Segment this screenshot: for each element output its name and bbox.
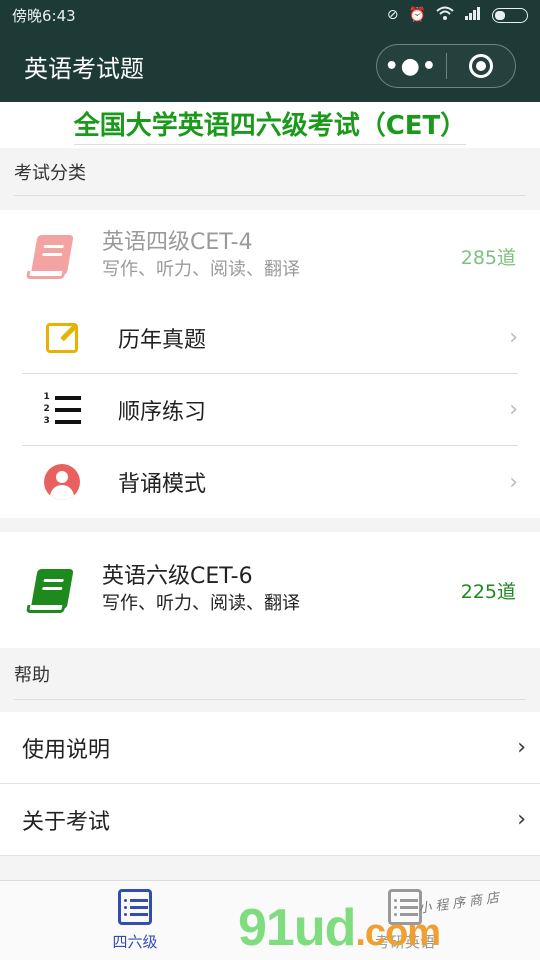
tab-bar: 四六级 考研英语 — [0, 880, 540, 960]
section-label-help: 帮助 — [0, 648, 540, 700]
question-count: 285道 — [460, 246, 516, 269]
tab-cet[interactable]: 四六级 — [0, 881, 270, 960]
person-icon — [42, 462, 82, 502]
wifi-icon — [436, 6, 454, 24]
tab-label: 考研英语 — [374, 933, 435, 951]
numbered-list-icon: 1 2 3 — [42, 390, 82, 430]
menu-item-label: 历年真题 — [118, 327, 207, 353]
category-subtitle: 写作、听力、阅读、翻译 — [102, 593, 300, 614]
edit-icon — [42, 318, 82, 358]
tab-postgrad-english[interactable]: 考研英语 — [270, 881, 540, 960]
headline-text: 全国大学英语四六级考试（CET） — [73, 105, 467, 145]
help-item-label: 使用说明 — [22, 737, 111, 763]
tab-label: 四六级 — [112, 933, 158, 951]
menu-item-sequential-practice[interactable]: 1 2 3 顺序练习 › — [22, 374, 518, 446]
cet4-text: 英语四级CET-4 写作、听力、阅读、翻译 — [102, 229, 461, 283]
list-icon — [388, 889, 422, 925]
category-name: 英语六级CET-6 — [102, 564, 253, 589]
list-icon — [118, 889, 152, 925]
help-item-label: 关于考试 — [22, 809, 111, 835]
alarm-icon: ⏰ — [408, 7, 426, 23]
help-item-usage[interactable]: 使用说明 › — [0, 712, 540, 784]
mute-icon: ⊘ — [386, 7, 399, 23]
category-name: 英语四级CET-4 — [102, 230, 253, 255]
cet6-card: 英语六级CET-6 写作、听力、阅读、翻译 225道 — [0, 532, 540, 648]
close-target-icon — [468, 54, 493, 78]
cet6-text: 英语六级CET-6 写作、听力、阅读、翻译 — [102, 563, 461, 617]
cet6-category[interactable]: 英语六级CET-6 写作、听力、阅读、翻译 225道 — [0, 532, 540, 648]
signal-icon — [464, 6, 482, 24]
book-icon — [24, 233, 78, 279]
status-bar: 傍晚6:43 ⊘ ⏰ — [0, 0, 540, 30]
mini-program-capsule: •●• — [376, 44, 516, 88]
page-title: 英语考试题 — [24, 54, 144, 83]
chevron-right-icon: › — [509, 325, 518, 350]
section-title: 考试分类 — [14, 162, 86, 184]
close-button[interactable] — [447, 54, 516, 78]
section-title: 帮助 — [14, 664, 50, 686]
chevron-right-icon: › — [509, 397, 518, 422]
chevron-right-icon: › — [517, 735, 526, 760]
menu-item-label: 背诵模式 — [118, 472, 207, 497]
status-icons: ⊘ ⏰ — [387, 6, 528, 24]
help-list: 使用说明 › 关于考试 › — [0, 712, 540, 856]
chevron-right-icon: › — [517, 807, 526, 832]
menu-item-recite-mode[interactable]: 背诵模式 › — [22, 446, 518, 518]
battery-icon — [492, 7, 528, 23]
chevron-right-icon: › — [509, 469, 518, 495]
nav-bar: 英语考试题 •●• — [0, 30, 540, 102]
more-icon: •●• — [384, 53, 438, 79]
question-count: 225道 — [460, 580, 516, 603]
section-label-categories: 考试分类 — [0, 148, 540, 196]
menu-item-past-papers[interactable]: 历年真题 › — [22, 302, 518, 374]
menu-item-label: 顺序练习 — [118, 399, 207, 425]
book-icon — [24, 567, 78, 613]
category-subtitle: 写作、听力、阅读、翻译 — [102, 259, 300, 280]
help-item-about-exam[interactable]: 关于考试 › — [0, 784, 540, 856]
headline-banner: 全国大学英语四六级考试（CET） — [0, 102, 540, 148]
cet4-category[interactable]: 英语四级CET-4 写作、听力、阅读、翻译 285道 — [0, 210, 540, 302]
more-button[interactable]: •●• — [377, 54, 446, 79]
status-time: 傍晚6:43 — [12, 6, 76, 25]
cet4-card: 英语四级CET-4 写作、听力、阅读、翻译 285道 历年真题 › 1 2 3 … — [0, 210, 540, 518]
